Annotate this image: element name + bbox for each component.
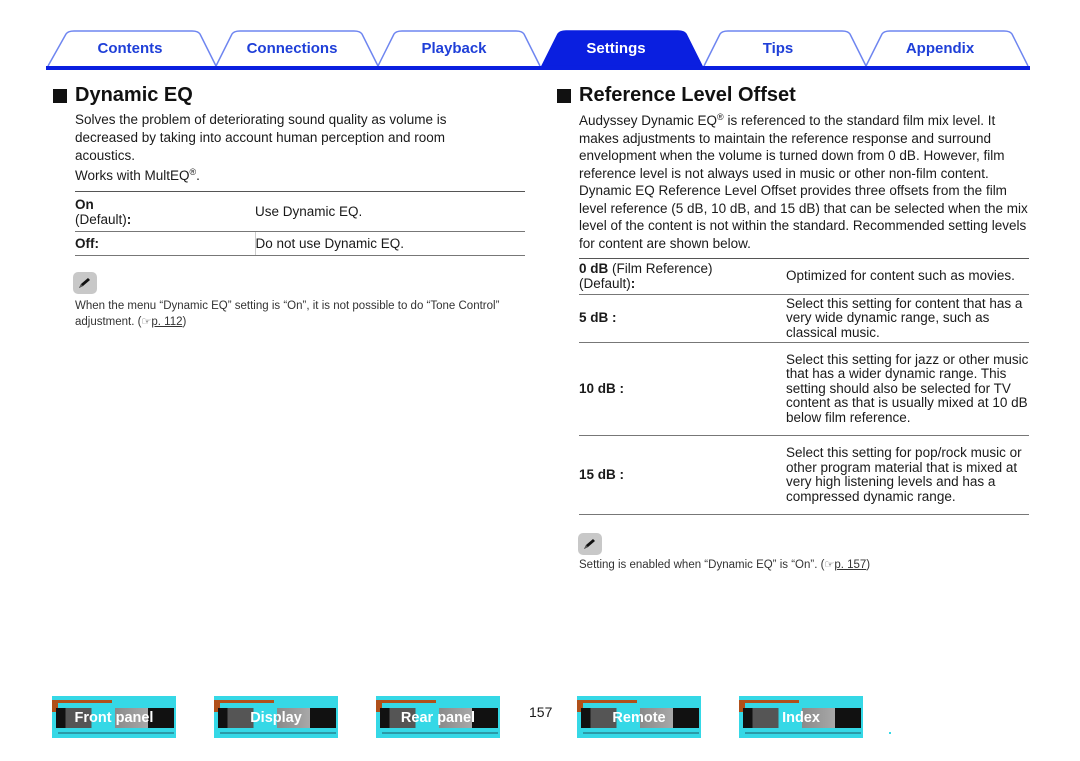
option-value: Optimized for content such as movies. [786,258,1029,295]
section-title-dynamic-eq: Dynamic EQ [53,84,193,107]
option-key-bold: 5 dB : [579,310,617,326]
option-key-bold: On [75,196,94,212]
option-value: Use Dynamic EQ. [255,191,525,232]
pencil-note-icon [73,272,97,294]
section-title-text: Reference Level Offset [579,84,796,106]
option-key-bold: 10 dB : [579,380,625,396]
pointing-hand-icon: ☞ [824,559,835,571]
pointing-hand-icon: ☞ [141,316,152,328]
option-key: 0 dB (Film Reference) (Default): [579,258,786,295]
nav-button-label: Display [250,710,302,726]
top-tab-bar: Contents Connections Playback Settings T… [46,30,1030,70]
tab-appendix[interactable]: Appendix [864,30,1016,66]
decorative-dot [889,732,891,734]
option-key: 15 dB : [579,435,786,515]
page-ref-link[interactable]: p. 112 [151,316,182,328]
option-key-suffix: : [126,211,132,227]
table-row: 10 dB : Select this setting for jazz or … [579,342,1029,436]
page-number: 157 [529,704,553,720]
tab-connections[interactable]: Connections [216,30,368,66]
dynamic-eq-description: Solves the problem of deteriorating soun… [75,112,447,163]
button-accent [376,700,436,703]
section-title-reference-level-offset: Reference Level Offset [557,84,796,107]
table-row: 5 dB : Select this setting for content t… [579,294,1029,343]
button-accent [739,700,799,703]
note-text: When the menu “Dynamic EQ” setting is “O… [75,300,500,328]
button-edge [583,732,699,734]
nav-button-front-panel[interactable]: Front panel [52,696,176,738]
tab-tips[interactable]: Tips [702,30,854,66]
table-row: On (Default): Use Dynamic EQ. [75,191,525,232]
button-edge [58,732,174,734]
option-key: On (Default): [75,191,255,232]
option-key-bold: 0 dB [579,261,609,276]
button-accent [214,700,274,703]
reference-level-options-table: 0 dB (Film Reference) (Default): Optimiz… [579,258,1029,515]
nav-button-label: Index [782,710,820,726]
section-bullet-icon [53,88,67,103]
nav-button-remote[interactable]: Remote [577,696,701,738]
option-key: Off: [75,231,255,256]
tab-contents[interactable]: Contents [54,30,206,66]
nav-button-label: Remote [612,710,666,726]
option-value: Do not use Dynamic EQ. [254,231,525,256]
dynamic-eq-note: When the menu “Dynamic EQ” setting is “O… [75,300,500,328]
reference-level-description: Audyssey Dynamic EQ® is referenced to th… [579,112,1029,252]
option-value: Select this setting for jazz or other mu… [786,342,1029,436]
option-key-suffix: : [630,275,636,291]
nav-button-rear-panel[interactable]: Rear panel [376,696,500,738]
button-edge [382,732,498,734]
button-edge [220,732,336,734]
option-key-normal: (Default) [75,211,127,227]
option-key: 5 dB : [579,294,786,343]
option-key-normal: (Film Reference) [608,261,713,276]
nav-button-label: Front panel [74,710,154,726]
description-prefix: Audyssey Dynamic EQ [579,113,718,128]
works-with-multeq: Works with MultEQ®. [75,167,375,185]
option-value: Select this setting for pop/rock music o… [786,435,1029,515]
tab-playback[interactable]: Playback [378,30,530,66]
option-key: 10 dB : [579,342,786,436]
table-row: Off: Do not use Dynamic EQ. [75,231,525,256]
registered-mark: ® [717,112,724,122]
table-row: 0 dB (Film Reference) (Default): Optimiz… [579,258,1029,295]
tab-settings[interactable]: Settings [540,30,692,66]
note-text: Setting is enabled when “Dynamic EQ” is … [579,559,818,571]
works-with-text: Works with MultEQ [75,168,190,183]
option-key-bold: 15 dB : [579,466,625,482]
table-row: 15 dB : Select this setting for pop/rock… [579,435,1029,515]
reference-level-note: Setting is enabled when “Dynamic EQ” is … [579,559,871,571]
nav-button-index[interactable]: Index [739,696,863,738]
option-key-default: (Default) [579,275,631,291]
description-body: is referenced to the standard film mix l… [579,113,1028,251]
option-value: Select this setting for content that has… [786,294,1029,343]
section-title-text: Dynamic EQ [75,84,193,106]
pencil-note-icon [578,533,602,555]
works-with-period: . [196,168,200,183]
nav-button-display[interactable]: Display [214,696,338,738]
button-edge [745,732,861,734]
button-accent [52,700,112,703]
button-accent [577,700,637,703]
tab-underline [46,66,1030,70]
option-key-bold: Off: [75,236,99,251]
dynamic-eq-options-table: On (Default): Use Dynamic EQ. Off: Do no… [75,191,525,256]
nav-button-label: Rear panel [400,710,476,726]
page-ref-link[interactable]: p. 157 [834,559,866,571]
section-bullet-icon [557,88,571,103]
